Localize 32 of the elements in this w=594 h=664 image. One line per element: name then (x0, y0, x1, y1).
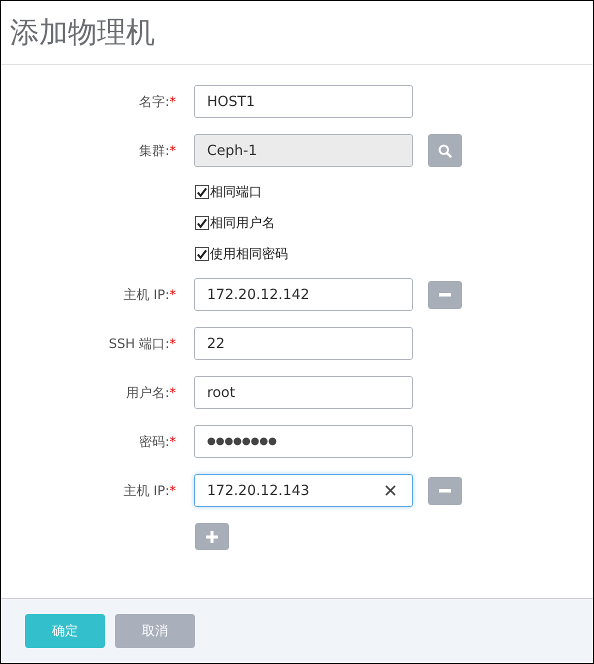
dialog-title: 添加物理机 (10, 14, 155, 50)
input-field[interactable]: 22 (194, 327, 413, 360)
clear-icon[interactable] (385, 485, 396, 496)
input-field[interactable]: ●●●●●●●● (194, 425, 413, 458)
field-label: 密码: (139, 434, 170, 450)
checkbox[interactable] (195, 185, 209, 199)
field-label: 用户名: (126, 386, 170, 400)
plus-icon (206, 530, 218, 542)
input-field[interactable]: 172.20.12.142 (194, 278, 413, 311)
required-mark: * (170, 336, 176, 352)
field-label: 主机 IP: (123, 484, 170, 498)
required-mark: * (170, 144, 176, 158)
input-field[interactable]: 172.20.12.143 (194, 474, 413, 507)
input-field[interactable]: HOST1 (194, 85, 413, 118)
input-field[interactable]: root (194, 376, 413, 409)
field-label: 主机 IP: (123, 288, 170, 302)
required-mark: * (170, 434, 176, 450)
required-mark: * (170, 484, 176, 498)
required-mark: * (170, 94, 176, 110)
minus-icon (439, 488, 451, 492)
required-mark: * (170, 288, 176, 302)
field-label: 名字: (139, 94, 170, 110)
required-mark: * (170, 386, 176, 400)
checkbox[interactable] (195, 247, 209, 261)
search-icon (438, 144, 452, 158)
checkbox[interactable] (195, 216, 209, 230)
field-label: SSH 端口: (108, 336, 170, 352)
checkbox-label: 相同用户名 (210, 215, 275, 232)
field-label: 集群: (139, 144, 170, 158)
checkbox-label: 相同端口 (210, 184, 262, 201)
minus-icon (439, 292, 451, 296)
checkbox-label: 使用相同密码 (210, 246, 288, 263)
